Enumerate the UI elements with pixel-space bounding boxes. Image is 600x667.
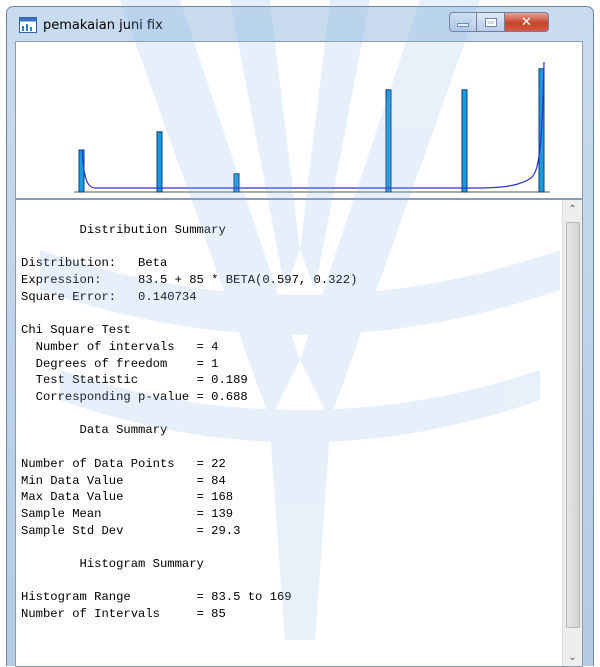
close-icon: ✕: [521, 14, 532, 30]
report-line: Data Summary: [21, 423, 168, 438]
title-bar[interactable]: pemakaian juni fix ✕: [7, 7, 593, 41]
scroll-up-arrow-icon[interactable]: ⌃: [563, 200, 582, 218]
report-line: Number of intervals = 4: [21, 339, 219, 354]
report-line: Distribution Summary: [21, 223, 226, 237]
app-window: pemakaian juni fix ✕ Distribution Summar…: [6, 6, 594, 667]
close-button[interactable]: ✕: [505, 12, 549, 32]
app-icon: [19, 17, 37, 33]
histogram-bar: [233, 173, 240, 193]
report-line: Histogram Range = 83.5 to 169: [21, 590, 292, 605]
histogram-plot: [74, 61, 550, 193]
report-line: Max Data Value = 168: [21, 490, 234, 505]
output-panel: Distribution Summary Distribution: Beta Ex…: [15, 199, 583, 667]
histogram-bar: [385, 89, 392, 193]
maximize-button[interactable]: [477, 12, 505, 32]
vertical-scrollbar[interactable]: ⌃ ⌄: [562, 200, 582, 666]
report-line: Square Error: 0.140734: [21, 289, 197, 304]
report-line: Min Data Value = 84: [21, 473, 226, 488]
report-line: Chi Square Test: [21, 323, 131, 338]
report-line: Histogram Summary: [21, 557, 204, 571]
report-line: Number of Intervals = 85: [21, 607, 226, 622]
report-line: Degrees of freedom = 1: [21, 356, 219, 371]
histogram-bar: [156, 131, 163, 193]
histogram-panel: [15, 41, 583, 199]
report-line: Sample Std Dev = 29.3: [21, 523, 241, 538]
histogram-bar: [78, 149, 85, 193]
report-line: Sample Mean = 139: [21, 506, 234, 521]
report-line: Distribution: Beta: [21, 256, 168, 271]
scroll-down-arrow-icon[interactable]: ⌄: [563, 648, 582, 666]
minimize-icon: [458, 24, 468, 26]
histogram-bar: [461, 89, 468, 193]
minimize-button[interactable]: [449, 12, 477, 32]
report-line: Test Statistic = 0.189: [21, 373, 248, 388]
scroll-thumb[interactable]: [566, 222, 580, 628]
fitted-beta-curve: [81, 61, 545, 189]
window-title: pemakaian juni fix: [43, 18, 163, 33]
report-line: Expression: 83.5 + 85 * BETA(0.597, 0.32…: [21, 273, 358, 288]
report-line: Number of Data Points = 22: [21, 456, 226, 471]
maximize-icon: [485, 18, 496, 26]
report-line: Corresponding p-value = 0.688: [21, 390, 248, 404]
